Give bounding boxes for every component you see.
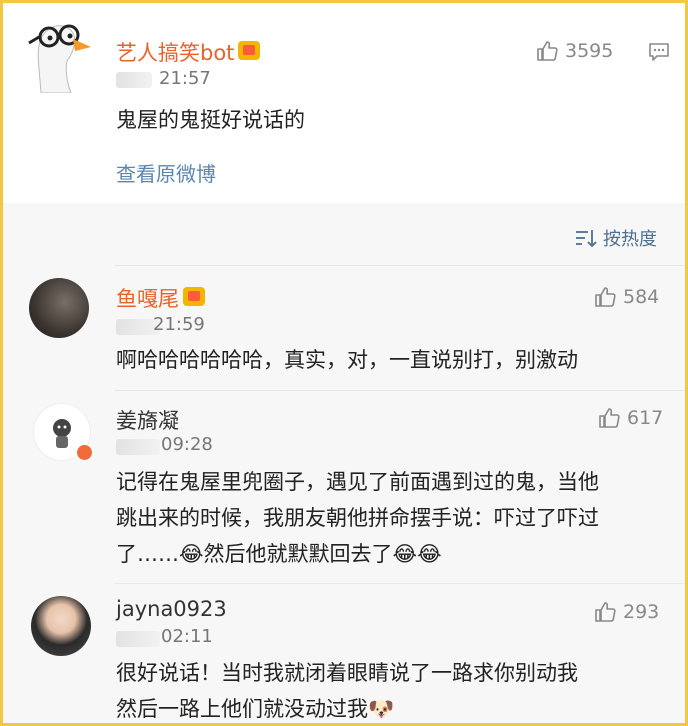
sort-icon [576,230,597,248]
badge-icon [75,443,94,462]
comment-time: 09:28 [161,434,213,455]
vip-badge-icon [238,41,261,60]
comment-username[interactable]: 姜旖凝 [116,405,179,435]
weibo-screenshot-frame: 艺人搞笑bot 21:57 3595 鬼屋的鬼挺好说话的 查看原微博 按热度 鱼… [0,0,688,726]
blurred-date [116,72,152,88]
divider [115,583,685,584]
thumbs-up-icon [599,408,620,428]
post-username[interactable]: 艺人搞笑bot [116,37,261,67]
avatar[interactable] [29,278,89,338]
comment-like-button[interactable]: 617 [597,406,663,430]
comment-text: 啊哈哈哈哈哈哈，真实，对，一直说别打，别激动 [116,348,578,372]
comment-like-button[interactable]: 293 [593,600,659,624]
comment-text-line-1: 记得在鬼屋里兜圈子，遇见了前面遇到过的鬼，当他 [116,470,599,494]
divider [115,265,685,266]
goose-avatar-icon [28,24,91,94]
post-text: 鬼屋的鬼挺好说话的 [116,108,305,132]
comment-like-count: 617 [627,407,664,429]
thumbs-up-icon [537,41,558,61]
thumbs-up-icon [595,287,616,307]
post-like-button[interactable]: 3595 [535,39,613,63]
comment-time: 21:59 [153,314,205,335]
comments-section: 按热度 鱼嘎尾 21:59 584 啊哈哈哈哈哈哈，真实，对，一直说别打，别激动 [3,203,685,723]
vip-badge-icon [183,287,205,306]
comment-text-line-3: 了……😂然后他就默默回去了😂😂 [116,542,442,566]
comment-text-line-2: 跳出来的时候，我朋友朝他拼命摆手说：吓过了吓过 [116,506,599,530]
avatar[interactable] [21,13,99,94]
main-post: 艺人搞笑bot 21:57 3595 鬼屋的鬼挺好说话的 查看原微博 [3,3,685,203]
thumbs-up-icon [595,602,616,622]
blurred-date [116,631,160,647]
comment-username[interactable]: 鱼嘎尾 [116,283,205,313]
post-like-count: 3595 [565,40,614,62]
divider [115,390,685,391]
comment-text-line-2: 然后一路上他们就没动过我🐶 [116,697,395,721]
avatar[interactable] [31,596,91,656]
post-time: 21:57 [159,68,211,89]
comment-time: 02:11 [161,626,213,647]
sort-by-hot-button[interactable]: 按热度 [575,225,657,251]
blurred-date [116,439,160,455]
comment-like-button[interactable]: 584 [593,285,659,309]
comment-username[interactable]: jayna0923 [116,597,227,621]
comment-like-count: 293 [623,601,660,623]
sort-label: 按热度 [603,229,657,250]
comment-like-count: 584 [623,286,660,308]
view-original-link[interactable]: 查看原微博 [116,158,216,187]
comment-icon[interactable] [648,41,670,67]
comment-text-line-1: 很好说话！当时我就闭着眼睛说了一路求你别动我 [116,661,578,685]
